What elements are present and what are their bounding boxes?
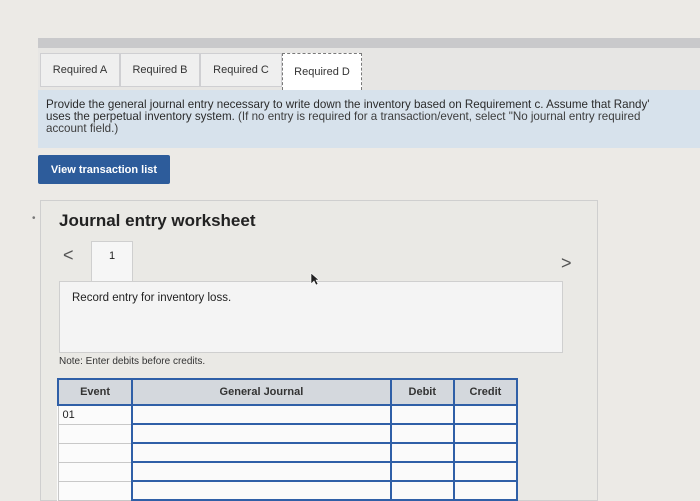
view-transaction-list-button[interactable]: View transaction list [38, 155, 170, 184]
credit-input[interactable] [452, 423, 519, 444]
tab-required-c[interactable]: Required C [200, 53, 282, 87]
event-cell: 01 [57, 404, 133, 425]
tab-required-d[interactable]: Required D [282, 53, 362, 90]
header-general-journal: General Journal [131, 378, 392, 406]
bullet-dot: • [32, 213, 36, 224]
debits-note: Note: Enter debits before credits. [59, 356, 206, 367]
credit-input[interactable] [452, 480, 519, 501]
entry-tab-1[interactable]: 1 [91, 241, 133, 281]
account-select[interactable] [131, 442, 392, 463]
previous-entry-arrow[interactable]: < [63, 245, 74, 266]
debit-input[interactable] [389, 461, 455, 482]
debit-input[interactable] [389, 442, 455, 463]
tab-required-b[interactable]: Required B [120, 53, 200, 87]
record-entry-box: Record entry for inventory loss. [59, 281, 563, 353]
credit-input[interactable] [452, 461, 519, 482]
worksheet-title: Journal entry worksheet [59, 211, 256, 230]
header-debit: Debit [389, 378, 455, 406]
next-entry-arrow[interactable]: > [561, 253, 572, 274]
top-bar [38, 38, 700, 48]
table-row [57, 461, 519, 482]
account-select[interactable] [131, 423, 392, 444]
requirement-tabs: Required A Required B Required C Require… [38, 48, 700, 90]
journal-entry-worksheet: Journal entry worksheet < > 1 Record ent… [40, 200, 598, 501]
table-row [57, 480, 519, 501]
credit-input[interactable] [452, 442, 519, 463]
account-select[interactable] [131, 404, 392, 425]
instructions-line-3: account field.) [46, 122, 119, 135]
instructions-line-2b: (If no entry is required for a transacti… [234, 110, 641, 123]
credit-input[interactable] [452, 404, 519, 425]
journal-table: Event General Journal Debit Credit 01 [56, 378, 519, 501]
table-row [57, 442, 519, 463]
record-entry-text: Record entry for inventory loss. [72, 292, 232, 304]
mouse-cursor-icon [310, 272, 320, 286]
header-credit: Credit [452, 378, 519, 406]
event-cell [57, 480, 133, 501]
debit-input[interactable] [389, 404, 455, 425]
debit-input[interactable] [389, 480, 455, 501]
instructions: Provide the general journal entry necess… [38, 90, 700, 148]
event-cell [57, 423, 133, 444]
event-cell [57, 461, 133, 482]
header-event: Event [56, 378, 134, 406]
table-row: 01 [57, 404, 519, 425]
instructions-line-2: uses the perpetual inventory system. (If… [46, 111, 692, 123]
tab-required-a[interactable]: Required A [40, 53, 120, 87]
account-select[interactable] [131, 461, 392, 482]
event-cell [57, 442, 133, 463]
debit-input[interactable] [389, 423, 455, 444]
account-select[interactable] [131, 480, 392, 501]
table-row [57, 423, 519, 444]
